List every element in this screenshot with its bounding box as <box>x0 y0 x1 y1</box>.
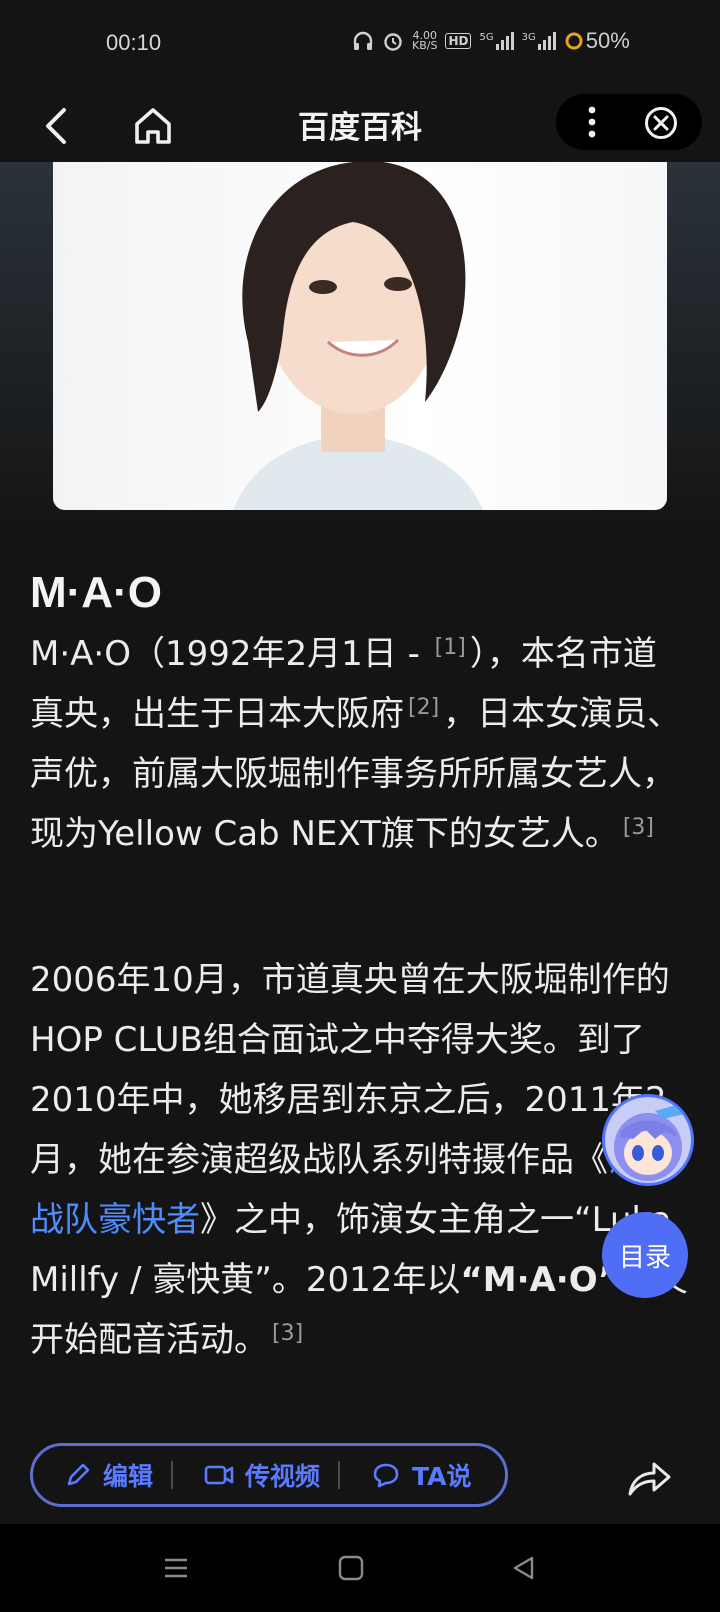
alarm-icon <box>384 33 402 51</box>
battery-level: 50% <box>585 28 630 53</box>
anime-avatar-icon <box>614 1103 689 1181</box>
career-paragraph: 2006年10月，市道真央曾在大阪堀制作的HOP CLUB组合面试之中夺得大奖。… <box>30 950 690 1370</box>
citation-link[interactable]: [1] <box>435 635 466 660</box>
system-nav-bar <box>0 1524 720 1612</box>
signal-5g-icon: 5G <box>479 32 514 50</box>
upload-video-button[interactable]: 传视频 <box>173 1457 320 1493</box>
close-icon[interactable] <box>644 106 678 140</box>
portrait-image[interactable] <box>53 162 667 510</box>
network-speed: 4.00 KB/S <box>412 29 438 52</box>
share-icon[interactable] <box>626 1458 672 1498</box>
citation-link[interactable]: [3] <box>272 1321 303 1346</box>
stage-name-bold: “M·A·O” <box>460 1260 620 1300</box>
assistant-avatar-button[interactable] <box>602 1094 694 1186</box>
status-bar: 00:10 4.00 KB/S HD 5G 3G 50% <box>0 0 720 90</box>
status-icons: 4.00 KB/S HD 5G 3G 50% <box>352 28 630 54</box>
more-options-icon[interactable] <box>580 104 604 140</box>
battery-saver-icon <box>565 32 583 50</box>
edit-button[interactable]: 编辑 <box>33 1457 153 1493</box>
portrait-illustration <box>233 162 483 510</box>
status-time: 00:10 <box>106 30 162 55</box>
pencil-icon <box>67 1463 90 1486</box>
chat-bubble-icon <box>373 1463 399 1488</box>
home-square-icon[interactable] <box>337 1554 365 1582</box>
mini-program-capsule <box>556 94 702 150</box>
app-header: 百度百科 <box>0 90 720 162</box>
hero-background <box>0 162 720 532</box>
video-camera-icon <box>204 1465 234 1485</box>
entry-title: M·A·O <box>30 568 162 617</box>
citation-link[interactable]: [3] <box>623 815 654 840</box>
citation-link[interactable]: [2] <box>408 695 439 720</box>
signal-3g-icon: 3G <box>522 32 556 50</box>
menu-icon[interactable] <box>162 1554 190 1582</box>
action-pill: 编辑 传视频 TA说 <box>30 1443 508 1507</box>
headphones-icon <box>353 31 373 50</box>
hd-badge: HD <box>445 33 472 49</box>
ta-says-button[interactable]: TA说 <box>340 1457 472 1493</box>
intro-paragraph: M·A·O（1992年2月1日 - [1] ），本名市道真央，出生于日本大阪府 [2… <box>30 634 682 854</box>
bottom-toolbar: 编辑 传视频 TA说 <box>0 1428 720 1524</box>
table-of-contents-button[interactable]: 目录 <box>602 1212 688 1298</box>
back-triangle-icon[interactable] <box>510 1554 538 1582</box>
